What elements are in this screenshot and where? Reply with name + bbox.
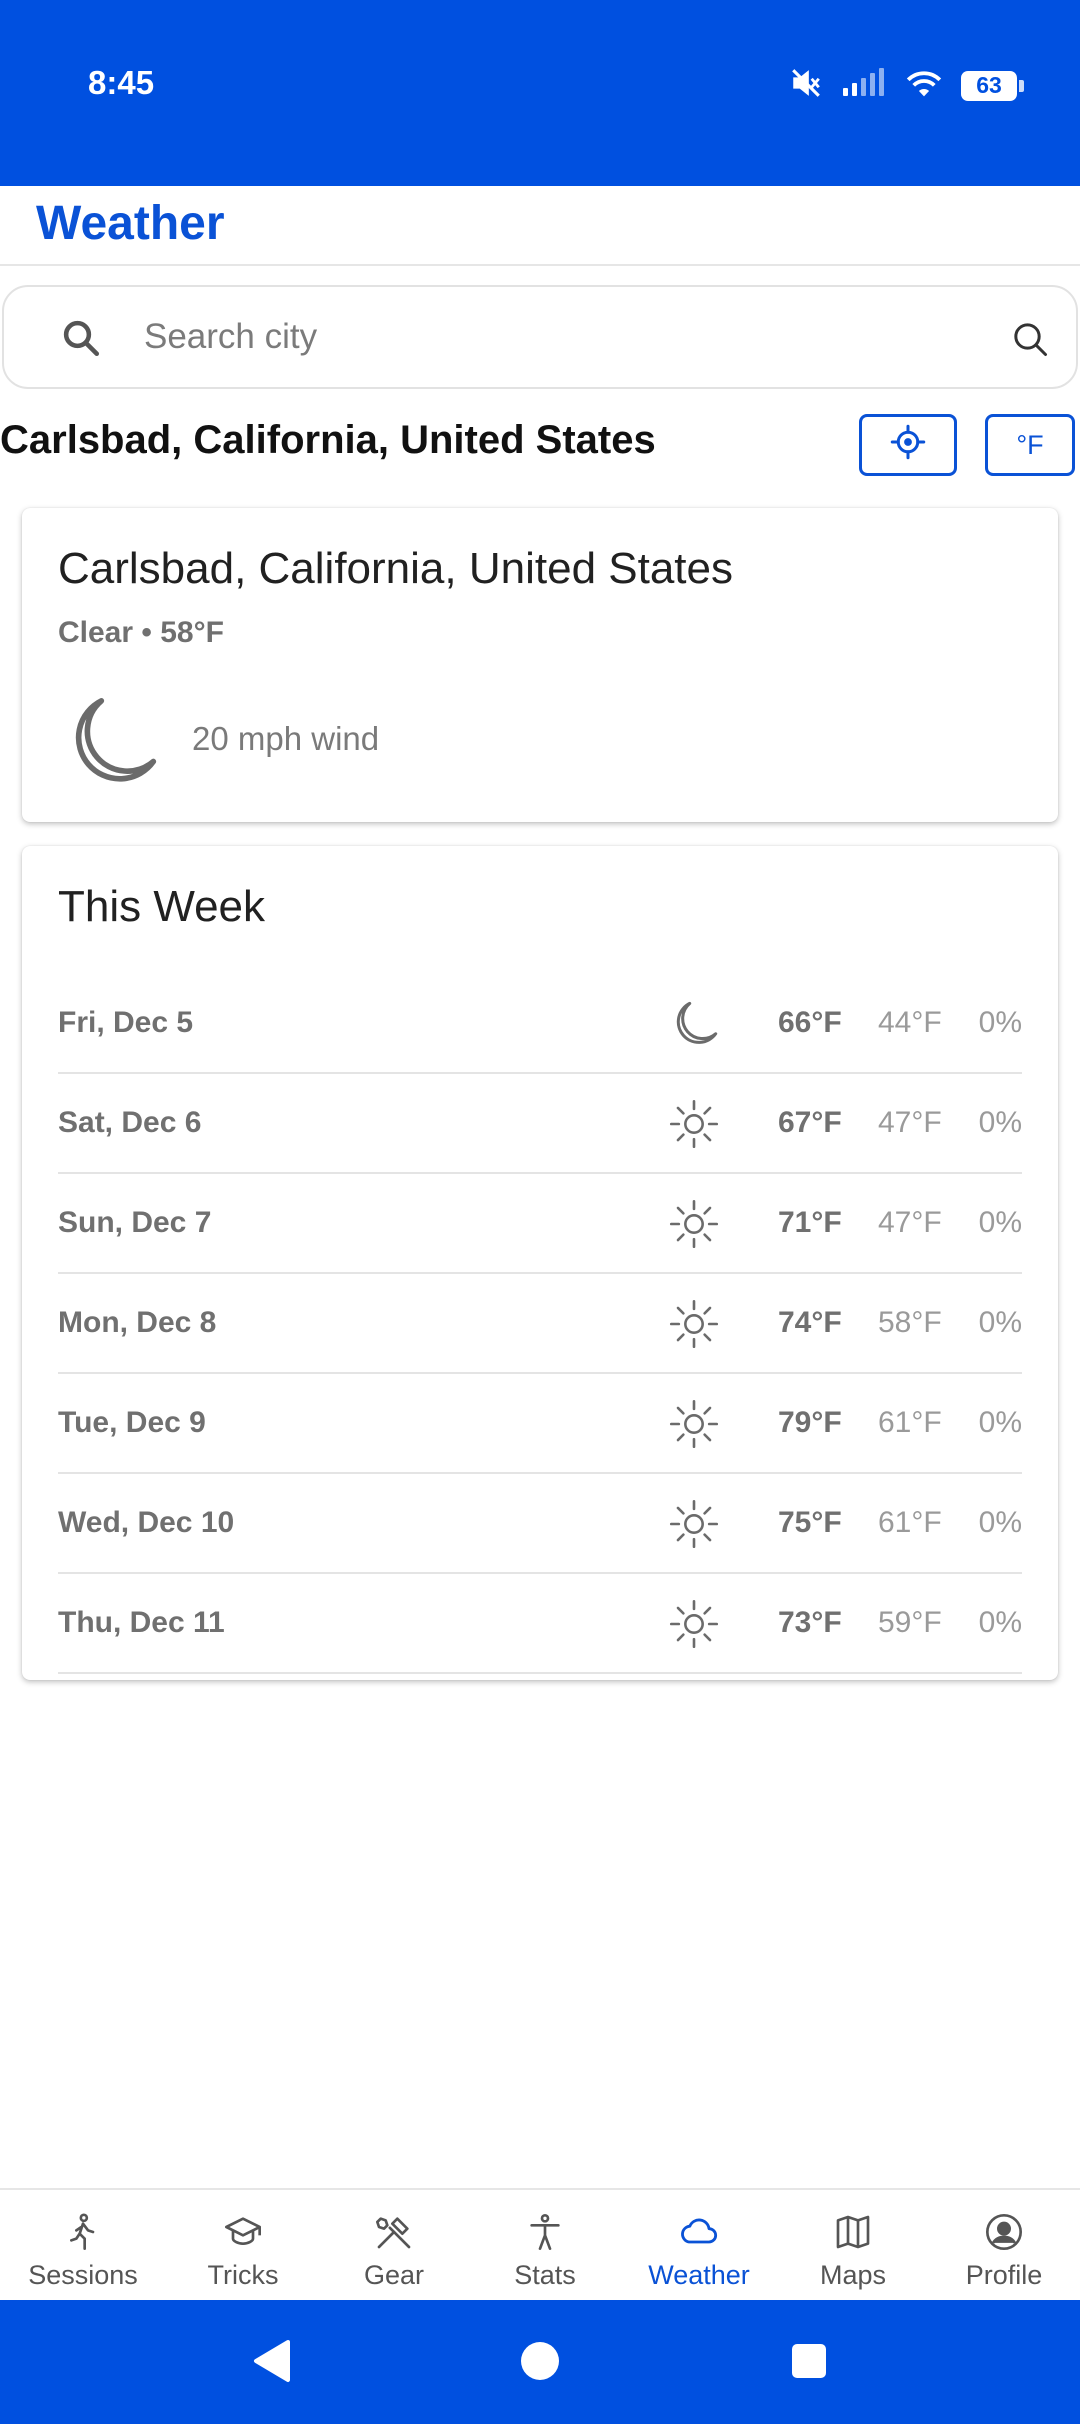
back-icon[interactable] [250, 2338, 292, 2389]
forecast-day: Sat, Dec 6 [58, 1106, 202, 1139]
forecast-day: Fri, Dec 5 [58, 1006, 194, 1039]
forecast-high: 66°F [778, 1006, 842, 1039]
walker-icon [63, 2210, 103, 2254]
page-title: Weather [36, 197, 225, 250]
forecast-row: Sat, Dec 6 67°F 47°F 0% [58, 1074, 1022, 1174]
status-icons: 63 [789, 66, 1024, 105]
status-bar: 8:45 63 [0, 0, 1080, 186]
nav-label: Sessions [28, 2260, 138, 2290]
sun-icon [668, 1398, 720, 1455]
forecast-high: 67°F [778, 1106, 842, 1139]
sun-icon [668, 1498, 720, 1555]
location-title: Carlsbad, California, United States [0, 418, 656, 462]
user-circle-icon [984, 2210, 1024, 2254]
current-location-button[interactable] [859, 414, 957, 476]
forecast-high: 73°F [778, 1606, 842, 1639]
nav-label: Stats [514, 2260, 576, 2290]
forecast-low: 58°F [878, 1306, 942, 1339]
forecast-row: Wed, Dec 10 75°F 61°F 0% [58, 1474, 1022, 1574]
map-icon [833, 2210, 873, 2254]
forecast-list: Fri, Dec 5 66°F 44°F 0% Sat, Dec 6 67°F … [58, 974, 1022, 1674]
nav-item-stats[interactable]: Stats [468, 2190, 622, 2302]
forecast-low: 44°F [878, 1006, 942, 1039]
forecast-high: 75°F [778, 1506, 842, 1539]
forecast-row: Mon, Dec 8 74°F 58°F 0% [58, 1274, 1022, 1374]
wifi-icon [905, 68, 943, 103]
current-summary: Clear • 58°F [58, 616, 224, 649]
mute-icon [789, 66, 823, 105]
battery-level: 63 [961, 70, 1017, 101]
forecast-high: 74°F [778, 1306, 842, 1339]
nav-label: Gear [363, 2260, 425, 2290]
nav-label: Profile [965, 2260, 1043, 2290]
forecast-low: 61°F [878, 1506, 942, 1539]
sun-icon [668, 1198, 720, 1255]
location-row: Carlsbad, California, United States °F [0, 412, 1080, 476]
search-bar[interactable] [2, 285, 1078, 389]
forecast-day: Thu, Dec 11 [58, 1606, 225, 1639]
sun-icon [668, 1298, 720, 1355]
forecast-low: 47°F [878, 1106, 942, 1139]
current-city: Carlsbad, California, United States [58, 544, 733, 593]
forecast-day: Sun, Dec 7 [58, 1206, 212, 1239]
nav-item-profile[interactable]: Profile [927, 2190, 1080, 2302]
recents-icon[interactable] [790, 2338, 828, 2389]
nav-item-weather[interactable]: Weather [622, 2190, 776, 2302]
forecast-precip: 0% [978, 1206, 1022, 1239]
forecast-row: Tue, Dec 9 79°F 61°F 0% [58, 1374, 1022, 1474]
forecast-day: Wed, Dec 10 [58, 1506, 235, 1539]
person-icon [525, 2210, 565, 2254]
sun-icon [668, 1598, 720, 1655]
nav-item-tricks[interactable]: Tricks [166, 2190, 320, 2302]
current-wind: 20 mph wind [192, 720, 380, 757]
status-time: 8:45 [88, 64, 155, 101]
forecast-low: 61°F [878, 1406, 942, 1439]
nav-label: Tricks [207, 2260, 279, 2290]
weekly-forecast-card: This Week Fri, Dec 5 66°F 44°F 0% Sat, D… [22, 846, 1058, 1680]
forecast-precip: 0% [978, 1606, 1022, 1639]
nav-item-maps[interactable]: Maps [776, 2190, 930, 2302]
moon-icon [668, 998, 720, 1055]
app-header: Weather [0, 186, 1080, 266]
forecast-low: 47°F [878, 1206, 942, 1239]
home-icon[interactable] [520, 2338, 560, 2389]
forecast-high: 79°F [778, 1406, 842, 1439]
forecast-day: Tue, Dec 9 [58, 1406, 206, 1439]
forecast-precip: 0% [978, 1306, 1022, 1339]
system-nav-bar [0, 2300, 1080, 2424]
signal-icon [841, 68, 887, 103]
search-input[interactable] [144, 307, 964, 367]
battery-icon: 63 [961, 70, 1024, 101]
nav-label: Weather [648, 2260, 750, 2290]
nav-item-gear[interactable]: Gear [317, 2190, 471, 2302]
forecast-precip: 0% [978, 1406, 1022, 1439]
moon-icon [58, 690, 162, 799]
current-weather-card: Carlsbad, California, United States Clea… [22, 508, 1058, 822]
forecast-day: Mon, Dec 8 [58, 1306, 217, 1339]
tools-icon [374, 2210, 414, 2254]
forecast-precip: 0% [978, 1506, 1022, 1539]
forecast-row: Thu, Dec 11 73°F 59°F 0% [58, 1574, 1022, 1674]
search-submit-icon[interactable] [1010, 319, 1050, 364]
crosshair-icon [890, 424, 926, 467]
forecast-row: Fri, Dec 5 66°F 44°F 0% [58, 974, 1022, 1074]
cloud-icon [677, 2210, 721, 2254]
bottom-nav: Sessions Tricks Gear Stats Weather Maps … [0, 2188, 1080, 2300]
forecast-high: 71°F [778, 1206, 842, 1239]
nav-label: Maps [819, 2260, 887, 2290]
nav-item-sessions[interactable]: Sessions [6, 2190, 160, 2302]
forecast-low: 59°F [878, 1606, 942, 1639]
section-title: This Week [58, 882, 266, 931]
forecast-precip: 0% [978, 1106, 1022, 1139]
forecast-row: Sun, Dec 7 71°F 47°F 0% [58, 1174, 1022, 1274]
unit-toggle-button[interactable]: °F [985, 414, 1075, 476]
graduation-cap-icon [223, 2210, 263, 2254]
forecast-precip: 0% [978, 1006, 1022, 1039]
search-icon [60, 317, 102, 364]
sun-icon [668, 1098, 720, 1155]
